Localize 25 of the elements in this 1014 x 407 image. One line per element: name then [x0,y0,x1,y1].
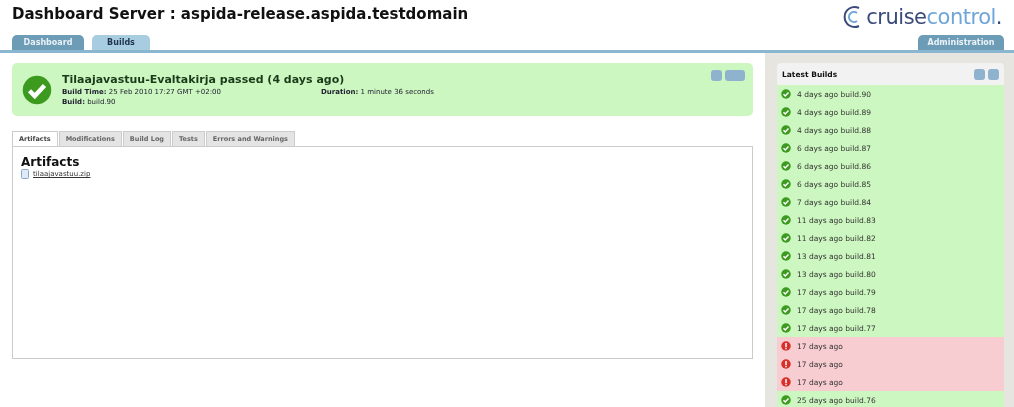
check-icon [781,269,791,279]
logo: cruisecontrol. [843,5,1002,29]
check-icon [781,395,791,405]
exclamation-icon [781,359,791,369]
check-icon [781,197,791,207]
check-icon [781,305,791,315]
check-icon [781,89,791,99]
check-icon [781,323,791,333]
artifacts-heading: Artifacts [21,155,81,169]
check-icon [781,251,791,261]
file-icon [21,169,29,179]
check-icon [781,161,791,171]
nav-tab[interactable]: Builds [92,35,150,50]
build-title: Tilaajavastuu-Evaltakirja passed (4 days ago) [62,73,346,86]
check-icon [781,143,791,153]
check-icon [781,287,791,297]
check-icon [781,107,791,117]
page-title: Dashboard Server : aspida-release.aspida.testdomain [12,5,469,23]
check-icon [781,215,791,225]
exclamation-icon [781,377,791,387]
check-icon [781,233,791,243]
check-icon [781,125,791,135]
exclamation-icon [781,341,791,351]
check-icon [781,179,791,189]
check-icon [22,74,52,105]
